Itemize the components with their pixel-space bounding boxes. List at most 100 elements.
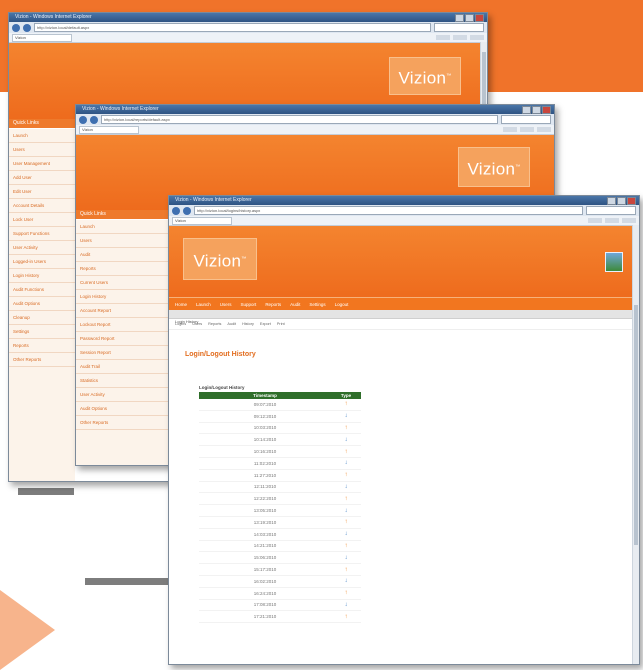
- sidebar-item[interactable]: Launch: [76, 220, 174, 234]
- sidebar-item[interactable]: Audit Options: [76, 402, 174, 416]
- address-bar[interactable]: http://vizion.local/logins/history.aspx: [194, 206, 583, 215]
- browser-tab[interactable]: Vizion: [79, 125, 139, 134]
- column-header-type[interactable]: Type: [331, 392, 361, 399]
- search-input[interactable]: [501, 115, 551, 124]
- logout-arrow-icon: ↓: [344, 460, 348, 467]
- sidebar-item[interactable]: Lock User: [9, 213, 75, 227]
- forward-arrow-icon[interactable]: [90, 115, 98, 124]
- back-arrow-icon[interactable]: [12, 23, 20, 32]
- timestamp-cell: 09:12:2010: [199, 410, 331, 423]
- sidebar-item[interactable]: Support Functions: [9, 227, 75, 241]
- nav-item[interactable]: Logout: [335, 302, 349, 307]
- search-input[interactable]: [434, 23, 484, 32]
- sidebar-item[interactable]: User Management: [9, 157, 75, 171]
- nav-item[interactable]: Support: [241, 302, 257, 307]
- column-header-timestamp[interactable]: Timestamp: [199, 392, 331, 399]
- orange-arrow-shape: [0, 590, 55, 670]
- logout-arrow-icon: ↓: [344, 531, 348, 538]
- sidebar-item[interactable]: Audit Trail: [76, 360, 174, 374]
- sidebar-item[interactable]: Settings: [9, 325, 75, 339]
- breadcrumb-item[interactable]: Logins: [175, 322, 186, 326]
- back-arrow-icon[interactable]: [79, 115, 87, 124]
- sidebar-item[interactable]: Other Reports: [76, 416, 174, 430]
- nav-item[interactable]: Reports: [265, 302, 281, 307]
- nav-item[interactable]: Home: [175, 302, 187, 307]
- sidebar-item[interactable]: Add User: [9, 171, 75, 185]
- sidebar-item[interactable]: Login History: [76, 290, 174, 304]
- forward-arrow-icon[interactable]: [183, 206, 191, 215]
- sidebar-item[interactable]: Edit User: [9, 185, 75, 199]
- maximize-button[interactable]: [532, 106, 541, 114]
- browser-tab[interactable]: Vizion: [172, 216, 232, 225]
- sidebar-item[interactable]: Statistics: [76, 374, 174, 388]
- nav-item[interactable]: Audit: [290, 302, 300, 307]
- breadcrumb-item[interactable]: Print: [277, 322, 285, 326]
- sidebar-item[interactable]: Account Details: [9, 199, 75, 213]
- minimize-button[interactable]: [522, 106, 531, 114]
- tools-menu-icon[interactable]: [470, 35, 484, 40]
- sidebar-item[interactable]: Audit Options: [9, 297, 75, 311]
- login-arrow-icon: ↑: [344, 566, 348, 573]
- type-cell: ↑: [331, 469, 361, 482]
- sidebar-header: Quick Links: [9, 119, 75, 129]
- page-menu-icon[interactable]: [453, 35, 467, 40]
- address-bar[interactable]: http://vizion.local/reports/default.aspx: [101, 115, 498, 124]
- breadcrumb-item[interactable]: History: [242, 322, 254, 326]
- maximize-button[interactable]: [465, 14, 474, 22]
- page-menu-icon[interactable]: [605, 218, 619, 223]
- close-button[interactable]: [542, 106, 551, 114]
- browser-tab[interactable]: Vizion: [12, 33, 72, 42]
- nav-item[interactable]: Users: [220, 302, 232, 307]
- minimize-button[interactable]: [607, 197, 616, 205]
- shadow-bar: [18, 488, 74, 495]
- sidebar-item[interactable]: User Activity: [9, 241, 75, 255]
- page-menu-icon[interactable]: [520, 127, 534, 132]
- sidebar-item[interactable]: Current Users: [76, 276, 174, 290]
- minimize-button[interactable]: [455, 14, 464, 22]
- tools-menu-icon[interactable]: [622, 218, 636, 223]
- search-input[interactable]: [586, 206, 636, 215]
- table-row: 15:17:2010 ↑: [199, 563, 361, 576]
- forward-arrow-icon[interactable]: [23, 23, 31, 32]
- timestamp-cell: 14:03:2010: [199, 528, 331, 541]
- nav-item[interactable]: Settings: [309, 302, 325, 307]
- breadcrumb-item[interactable]: Reports: [208, 322, 221, 326]
- tools-menu-icon[interactable]: [537, 127, 551, 132]
- title-bar: Vizion - Windows Internet Explorer: [76, 105, 554, 114]
- address-row: http://vizion.local/logins/history.aspx: [169, 205, 639, 216]
- table-caption: Login/Logout History: [199, 385, 245, 390]
- nav-item[interactable]: Launch: [196, 302, 211, 307]
- sidebar-item[interactable]: Users: [76, 234, 174, 248]
- maximize-button[interactable]: [617, 197, 626, 205]
- sidebar-item[interactable]: Users: [9, 143, 75, 157]
- login-arrow-icon: ↑: [344, 590, 348, 597]
- back-arrow-icon[interactable]: [172, 206, 180, 215]
- home-icon[interactable]: [588, 218, 602, 223]
- sidebar-item[interactable]: Login History: [9, 269, 75, 283]
- sidebar-item[interactable]: Cleanup: [9, 311, 75, 325]
- close-button[interactable]: [475, 14, 484, 22]
- breadcrumb-item[interactable]: Users: [192, 322, 202, 326]
- sidebar-item[interactable]: Lockout Report: [76, 318, 174, 332]
- breadcrumb-item[interactable]: Export: [260, 322, 271, 326]
- breadcrumb-item[interactable]: Audit: [227, 322, 236, 326]
- home-icon[interactable]: [503, 127, 517, 132]
- sidebar-item[interactable]: Audit Functions: [9, 283, 75, 297]
- sidebar-item[interactable]: User Activity: [76, 388, 174, 402]
- sidebar-item[interactable]: Session Report: [76, 346, 174, 360]
- close-button[interactable]: [627, 197, 636, 205]
- sidebar-item[interactable]: Password Report: [76, 332, 174, 346]
- sidebar-item[interactable]: Reports: [76, 262, 174, 276]
- sidebar-item[interactable]: Launch: [9, 129, 75, 143]
- sidebar-item[interactable]: Account Report: [76, 304, 174, 318]
- sidebar-item[interactable]: Other Reports: [9, 353, 75, 367]
- home-icon[interactable]: [436, 35, 450, 40]
- sidebar-item[interactable]: Reports: [9, 339, 75, 353]
- sidebar-middle: Quick Links Launch Users Audit Reports Curre…: [76, 210, 174, 465]
- sidebar-item[interactable]: Audit: [76, 248, 174, 262]
- scrollbar[interactable]: [632, 225, 639, 664]
- address-bar[interactable]: http://vizion.local/default.aspx: [34, 23, 431, 32]
- login-arrow-icon: ↑: [344, 472, 348, 479]
- sidebar-item[interactable]: Logged-in Users: [9, 255, 75, 269]
- login-arrow-icon: ↑: [344, 424, 348, 431]
